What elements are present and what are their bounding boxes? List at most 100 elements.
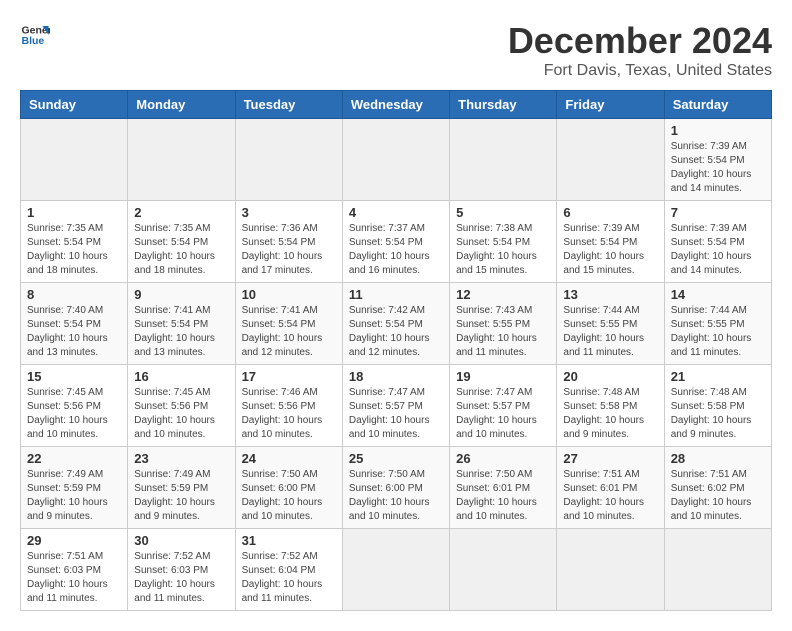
calendar-cell — [342, 119, 449, 201]
day-number: 27 — [563, 451, 657, 466]
day-number: 15 — [27, 369, 121, 384]
calendar-cell: 15 Sunrise: 7:45 AMSunset: 5:56 PMDayligh… — [21, 365, 128, 447]
logo: General Blue — [20, 20, 50, 50]
svg-text:Blue: Blue — [22, 35, 45, 47]
day-info: Sunrise: 7:51 AMSunset: 6:01 PMDaylight:… — [563, 468, 657, 524]
day-number: 1 — [27, 205, 121, 220]
day-header-saturday: Saturday — [664, 91, 771, 119]
calendar-cell: 14Sunrise: 7:44 AMSunset: 5:55 PMDayligh… — [664, 283, 771, 365]
day-info: Sunrise: 7:50 AMSunset: 6:01 PMDaylight:… — [456, 468, 550, 524]
day-header-sunday: Sunday — [21, 91, 128, 119]
day-info: Sunrise: 7:45 AMSunset: 5:56 PMDaylight:… — [27, 386, 121, 442]
day-header-thursday: Thursday — [450, 91, 557, 119]
day-info: Sunrise: 7:40 AMSunset: 5:54 PMDaylight:… — [27, 304, 121, 360]
calendar-cell: 4Sunrise: 7:37 AMSunset: 5:54 PMDaylight… — [342, 201, 449, 283]
page-header: General Blue December 2024 Fort Davis, T… — [20, 20, 772, 80]
calendar-subtitle: Fort Davis, Texas, United States — [508, 62, 772, 80]
calendar-cell: 9 Sunrise: 7:41 AMSunset: 5:54 PMDaylight… — [128, 283, 235, 365]
calendar-cell: 7Sunrise: 7:39 AMSunset: 5:54 PMDaylight… — [664, 201, 771, 283]
calendar-cell: 13 Sunrise: 7:44 AMSunset: 5:55 PMDayligh… — [557, 283, 664, 365]
day-number: 6 — [563, 205, 657, 220]
day-info: Sunrise: 7:38 AMSunset: 5:54 PMDaylight:… — [456, 222, 550, 278]
day-number: 3 — [242, 205, 336, 220]
calendar-cell: 17Sunrise: 7:46 AMSunset: 5:56 PMDayligh… — [235, 365, 342, 447]
day-info: Sunrise: 7:49 AMSunset: 5:59 PMDaylight:… — [134, 468, 228, 524]
day-info: Sunrise: 7:50 AMSunset: 6:00 PMDaylight:… — [349, 468, 443, 524]
calendar-cell: 26 Sunrise: 7:50 AMSunset: 6:01 PMDayligh… — [450, 447, 557, 529]
calendar-cell — [450, 119, 557, 201]
logo-icon: General Blue — [20, 20, 50, 50]
day-info: Sunrise: 7:37 AMSunset: 5:54 PMDaylight:… — [349, 222, 443, 278]
calendar-week-1: 1 Sunrise: 7:39 AMSunset: 5:54 PMDaylight… — [21, 119, 772, 201]
calendar-cell: 30Sunrise: 7:52 AMSunset: 6:03 PMDayligh… — [128, 529, 235, 611]
calendar-cell: 31 Sunrise: 7:52 AMSunset: 6:04 PMDayligh… — [235, 529, 342, 611]
calendar-cell: 27 Sunrise: 7:51 AMSunset: 6:01 PMDayligh… — [557, 447, 664, 529]
calendar-cell: 19 Sunrise: 7:47 AMSunset: 5:57 PMDayligh… — [450, 365, 557, 447]
calendar-week-3: 8 Sunrise: 7:40 AMSunset: 5:54 PMDaylight… — [21, 283, 772, 365]
day-info: Sunrise: 7:42 AMSunset: 5:54 PMDaylight:… — [349, 304, 443, 360]
calendar-cell: 18 Sunrise: 7:47 AMSunset: 5:57 PMDayligh… — [342, 365, 449, 447]
day-number: 13 — [563, 287, 657, 302]
calendar-cell: 8 Sunrise: 7:40 AMSunset: 5:54 PMDaylight… — [21, 283, 128, 365]
day-number: 19 — [456, 369, 550, 384]
day-number: 30 — [134, 533, 228, 548]
calendar-cell — [450, 529, 557, 611]
day-info: Sunrise: 7:51 AMSunset: 6:03 PMDaylight:… — [27, 550, 121, 606]
day-header-friday: Friday — [557, 91, 664, 119]
day-number: 25 — [349, 451, 443, 466]
day-info: Sunrise: 7:47 AMSunset: 5:57 PMDaylight:… — [456, 386, 550, 442]
day-info: Sunrise: 7:52 AMSunset: 6:04 PMDaylight:… — [242, 550, 336, 606]
day-number: 24 — [242, 451, 336, 466]
calendar-cell: 6 Sunrise: 7:39 AMSunset: 5:54 PMDaylight… — [557, 201, 664, 283]
day-info: Sunrise: 7:44 AMSunset: 5:55 PMDaylight:… — [563, 304, 657, 360]
day-number: 1 — [671, 123, 765, 138]
day-info: Sunrise: 7:48 AMSunset: 5:58 PMDaylight:… — [563, 386, 657, 442]
calendar-cell — [557, 529, 664, 611]
calendar-cell: 29 Sunrise: 7:51 AMSunset: 6:03 PMDayligh… — [21, 529, 128, 611]
day-info: Sunrise: 7:39 AMSunset: 5:54 PMDaylight:… — [671, 140, 765, 196]
calendar-cell — [557, 119, 664, 201]
day-info: Sunrise: 7:47 AMSunset: 5:57 PMDaylight:… — [349, 386, 443, 442]
day-number: 16 — [134, 369, 228, 384]
day-number: 5 — [456, 205, 550, 220]
calendar-cell: 2 Sunrise: 7:35 AMSunset: 5:54 PMDaylight… — [128, 201, 235, 283]
day-number: 20 — [563, 369, 657, 384]
calendar-cell: 21Sunrise: 7:48 AMSunset: 5:58 PMDayligh… — [664, 365, 771, 447]
calendar-cell: 10Sunrise: 7:41 AMSunset: 5:54 PMDayligh… — [235, 283, 342, 365]
day-number: 31 — [242, 533, 336, 548]
day-number: 17 — [242, 369, 336, 384]
day-number: 8 — [27, 287, 121, 302]
day-info: Sunrise: 7:49 AMSunset: 5:59 PMDaylight:… — [27, 468, 121, 524]
calendar-cell — [235, 119, 342, 201]
title-section: December 2024 Fort Davis, Texas, United … — [508, 20, 772, 80]
calendar-cell: 25 Sunrise: 7:50 AMSunset: 6:00 PMDayligh… — [342, 447, 449, 529]
day-info: Sunrise: 7:35 AMSunset: 5:54 PMDaylight:… — [134, 222, 228, 278]
day-number: 9 — [134, 287, 228, 302]
calendar-cell: 23Sunrise: 7:49 AMSunset: 5:59 PMDayligh… — [128, 447, 235, 529]
day-info: Sunrise: 7:41 AMSunset: 5:54 PMDaylight:… — [242, 304, 336, 360]
calendar-cell: 12Sunrise: 7:43 AMSunset: 5:55 PMDayligh… — [450, 283, 557, 365]
calendar-cell: 20 Sunrise: 7:48 AMSunset: 5:58 PMDayligh… — [557, 365, 664, 447]
day-number: 2 — [134, 205, 228, 220]
day-info: Sunrise: 7:39 AMSunset: 5:54 PMDaylight:… — [671, 222, 765, 278]
calendar-cell — [128, 119, 235, 201]
day-header-tuesday: Tuesday — [235, 91, 342, 119]
calendar-week-6: 29 Sunrise: 7:51 AMSunset: 6:03 PMDayligh… — [21, 529, 772, 611]
calendar-cell — [342, 529, 449, 611]
day-number: 26 — [456, 451, 550, 466]
day-number: 11 — [349, 287, 443, 302]
calendar-cell: 5 Sunrise: 7:38 AMSunset: 5:54 PMDaylight… — [450, 201, 557, 283]
day-header-wednesday: Wednesday — [342, 91, 449, 119]
calendar-cell — [21, 119, 128, 201]
day-number: 29 — [27, 533, 121, 548]
calendar-table: SundayMondayTuesdayWednesdayThursdayFrid… — [20, 90, 772, 611]
day-info: Sunrise: 7:39 AMSunset: 5:54 PMDaylight:… — [563, 222, 657, 278]
calendar-cell: 22Sunrise: 7:49 AMSunset: 5:59 PMDayligh… — [21, 447, 128, 529]
day-header-monday: Monday — [128, 91, 235, 119]
day-number: 18 — [349, 369, 443, 384]
calendar-cell: 1Sunrise: 7:35 AMSunset: 5:54 PMDaylight… — [21, 201, 128, 283]
calendar-title: December 2024 — [508, 20, 772, 62]
calendar-cell: 11 Sunrise: 7:42 AMSunset: 5:54 PMDayligh… — [342, 283, 449, 365]
day-info: Sunrise: 7:41 AMSunset: 5:54 PMDaylight:… — [134, 304, 228, 360]
calendar-week-4: 15 Sunrise: 7:45 AMSunset: 5:56 PMDayligh… — [21, 365, 772, 447]
